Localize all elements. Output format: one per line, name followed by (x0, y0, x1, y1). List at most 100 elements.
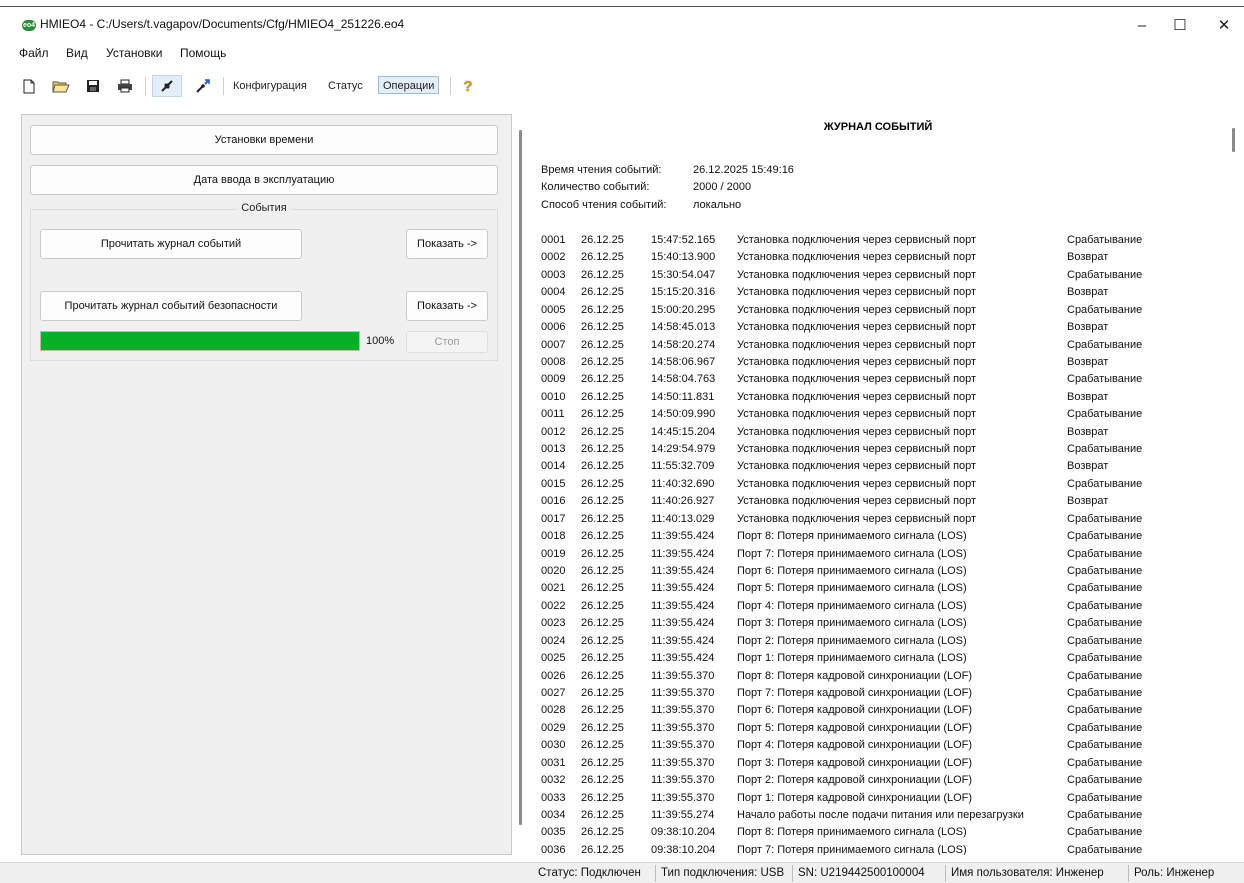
menu-bar: Файл Вид Установки Помощь (0, 40, 1244, 66)
menu-help[interactable]: Помощь (180, 46, 226, 60)
event-row[interactable]: 0010 26.12.25 14:50:11.831 Установка подклю… (541, 389, 1221, 406)
tab-operations[interactable]: Операции (378, 76, 440, 94)
event-row[interactable]: 0035 26.12.25 09:38:10.204 Порт 8: Потеря п… (541, 824, 1221, 841)
event-date: 26.12.25 (581, 756, 624, 769)
stop-button[interactable]: Стоп (406, 331, 488, 353)
read-event-log-button[interactable]: Прочитать журнал событий (40, 229, 302, 259)
connect-icon[interactable] (152, 75, 182, 97)
event-row[interactable]: 0003 26.12.25 15:30:54.047 Установка подклю… (541, 267, 1221, 284)
event-row[interactable]: 0024 26.12.25 11:39:55.424 Порт 2: Потеря п… (541, 633, 1221, 650)
maximize-icon[interactable]: ☐ (1160, 15, 1200, 39)
event-row[interactable]: 0015 26.12.25 11:40:32.690 Установка подклю… (541, 476, 1221, 493)
event-row[interactable]: 0012 26.12.25 14:45:15.204 Установка подклю… (541, 424, 1221, 441)
event-row[interactable]: 0007 26.12.25 14:58:20.274 Установка подклю… (541, 337, 1221, 354)
event-row[interactable]: 0022 26.12.25 11:39:55.424 Порт 4: Потеря п… (541, 598, 1221, 615)
event-message: Установка подключения через сервисный по… (737, 425, 977, 438)
event-message: Порт 2: Потеря кадровой синхрониации (LO… (737, 774, 973, 787)
event-row[interactable]: 0001 26.12.25 15:47:52.165 Установка подклю… (541, 232, 1221, 249)
event-row[interactable]: 0009 26.12.25 14:58:04.763 Установка подклю… (541, 371, 1221, 388)
event-row[interactable]: 0036 26.12.25 09:38:10.204 Порт 7: Потеря п… (541, 842, 1221, 855)
event-row[interactable]: 0019 26.12.25 11:39:55.424 Порт 7: Потеря п… (541, 546, 1221, 563)
event-row[interactable]: 0028 26.12.25 11:39:55.370 Порт 6: Потеря к… (541, 702, 1221, 719)
event-row[interactable]: 0029 26.12.25 11:39:55.370 Порт 5: Потеря к… (541, 720, 1221, 737)
event-date: 26.12.25 (581, 826, 624, 839)
commission-date-button[interactable]: Дата ввода в эксплуатацию (30, 165, 498, 195)
event-number: 0026 (541, 669, 566, 682)
event-message: Установка подключения через сервисный по… (737, 460, 977, 473)
save-icon[interactable] (82, 75, 104, 97)
journal-scrollbar[interactable] (1232, 128, 1235, 152)
event-row[interactable]: 0032 26.12.25 11:39:55.370 Порт 2: Потеря к… (541, 772, 1221, 789)
menu-view[interactable]: Вид (66, 46, 88, 60)
event-type: Срабатывание (1067, 234, 1143, 246)
event-row[interactable]: 0026 26.12.25 11:39:55.370 Порт 8: Потеря к… (541, 668, 1221, 685)
window-title: HMIEO4 - C:/Users/t.vagapov/Documents/Cf… (40, 17, 405, 31)
event-time: 11:39:55.370 (651, 756, 715, 769)
status-bar: Статус: Подключен Тип подключения: USB S… (0, 862, 1244, 883)
event-row[interactable]: 0034 26.12.25 11:39:55.274 Начало работы по… (541, 807, 1221, 824)
open-folder-icon[interactable] (50, 75, 72, 97)
event-row[interactable]: 0004 26.12.25 15:15:20.316 Установка подклю… (541, 284, 1221, 301)
count-label: Количество событий: (541, 181, 650, 193)
event-row[interactable]: 0008 26.12.25 14:58:06.967 Установка подклю… (541, 354, 1221, 371)
event-time: 11:40:13.029 (651, 512, 715, 525)
event-row[interactable]: 0002 26.12.25 15:40:13.900 Установка подклю… (541, 249, 1221, 266)
event-row[interactable]: 0023 26.12.25 11:39:55.424 Порт 3: Потеря п… (541, 615, 1221, 632)
event-time: 15:00:20.295 (651, 303, 716, 316)
event-row[interactable]: 0020 26.12.25 11:39:55.424 Порт 6: Потеря п… (541, 563, 1221, 580)
event-row[interactable]: 0027 26.12.25 11:39:55.370 Порт 7: Потеря к… (541, 685, 1221, 702)
event-number: 0024 (541, 634, 566, 647)
event-row[interactable]: 0021 26.12.25 11:39:55.424 Порт 5: Потеря п… (541, 580, 1221, 597)
event-time: 11:39:55.424 (651, 565, 715, 578)
tab-status[interactable]: Статус (328, 77, 363, 95)
status-state: Статус: Подключен (538, 867, 641, 879)
splitter-handle[interactable] (519, 130, 522, 825)
event-message: Порт 8: Потеря кадровой синхрониации (LO… (737, 669, 973, 682)
event-number: 0012 (541, 425, 566, 438)
event-message: Установка подключения через сервисный по… (737, 321, 977, 334)
event-row[interactable]: 0017 26.12.25 11:40:13.029 Установка подклю… (541, 511, 1221, 528)
tab-configuration[interactable]: Конфигурация (233, 77, 307, 95)
event-row[interactable]: 0031 26.12.25 11:39:55.370 Порт 3: Потеря к… (541, 755, 1221, 772)
event-row[interactable]: 0014 26.12.25 11:55:32.709 Установка подклю… (541, 458, 1221, 475)
event-number: 0014 (541, 460, 566, 473)
event-date: 26.12.25 (581, 791, 624, 804)
event-time: 14:58:20.274 (651, 338, 716, 351)
event-row[interactable]: 0006 26.12.25 14:58:45.013 Установка подклю… (541, 319, 1221, 336)
event-type: Срабатывание (1067, 826, 1143, 839)
event-number: 0016 (541, 495, 566, 508)
event-row[interactable]: 0025 26.12.25 11:39:55.424 Порт 1: Потеря п… (541, 650, 1221, 667)
event-row[interactable]: 0018 26.12.25 11:39:55.424 Порт 8: Потеря п… (541, 528, 1221, 545)
event-message: Установка подключения через сервисный по… (737, 286, 977, 299)
event-message: Порт 4: Потеря принимаемого сигнала (LOS… (737, 599, 967, 612)
journal-title: ЖУРНАЛ СОБЫТИЙ (823, 121, 933, 133)
event-type: Возврат (1067, 251, 1109, 264)
event-number: 0035 (541, 826, 566, 839)
event-row[interactable]: 0016 26.12.25 11:40:26.927 Установка подклю… (541, 493, 1221, 510)
close-icon[interactable]: ✕ (1204, 15, 1244, 39)
help-icon[interactable]: ? (458, 75, 478, 97)
event-type: Срабатывание (1067, 739, 1143, 752)
event-row[interactable]: 0033 26.12.25 11:39:55.370 Порт 1: Потеря к… (541, 790, 1221, 807)
minimize-icon[interactable]: – (1122, 15, 1162, 39)
read-security-log-button[interactable]: Прочитать журнал событий безопасности (40, 291, 302, 321)
event-type: Срабатывание (1067, 686, 1143, 699)
new-file-icon[interactable] (18, 75, 40, 97)
event-type: Срабатывание (1067, 669, 1143, 682)
event-list: 0001 26.12.25 15:47:52.165 Установка подклю… (541, 232, 1221, 855)
menu-settings[interactable]: Установки (106, 46, 162, 60)
event-number: 0028 (541, 704, 566, 717)
event-row[interactable]: 0005 26.12.25 15:00:20.295 Установка подклю… (541, 302, 1221, 319)
event-row[interactable]: 0011 26.12.25 14:50:09.990 Установка подклю… (541, 406, 1221, 423)
event-type: Возврат (1067, 425, 1109, 438)
show-security-log-button[interactable]: Показать -> (406, 291, 488, 321)
show-event-log-button[interactable]: Показать -> (406, 229, 488, 259)
event-row[interactable]: 0013 26.12.25 14:29:54.979 Установка подклю… (541, 441, 1221, 458)
menu-file[interactable]: Файл (19, 46, 49, 60)
event-time: 11:39:55.370 (651, 774, 715, 787)
disconnect-icon[interactable] (190, 75, 216, 97)
time-settings-button[interactable]: Установки времени (30, 125, 498, 155)
print-icon[interactable] (114, 75, 136, 97)
event-number: 0005 (541, 303, 566, 316)
event-row[interactable]: 0030 26.12.25 11:39:55.370 Порт 4: Потеря к… (541, 737, 1221, 754)
